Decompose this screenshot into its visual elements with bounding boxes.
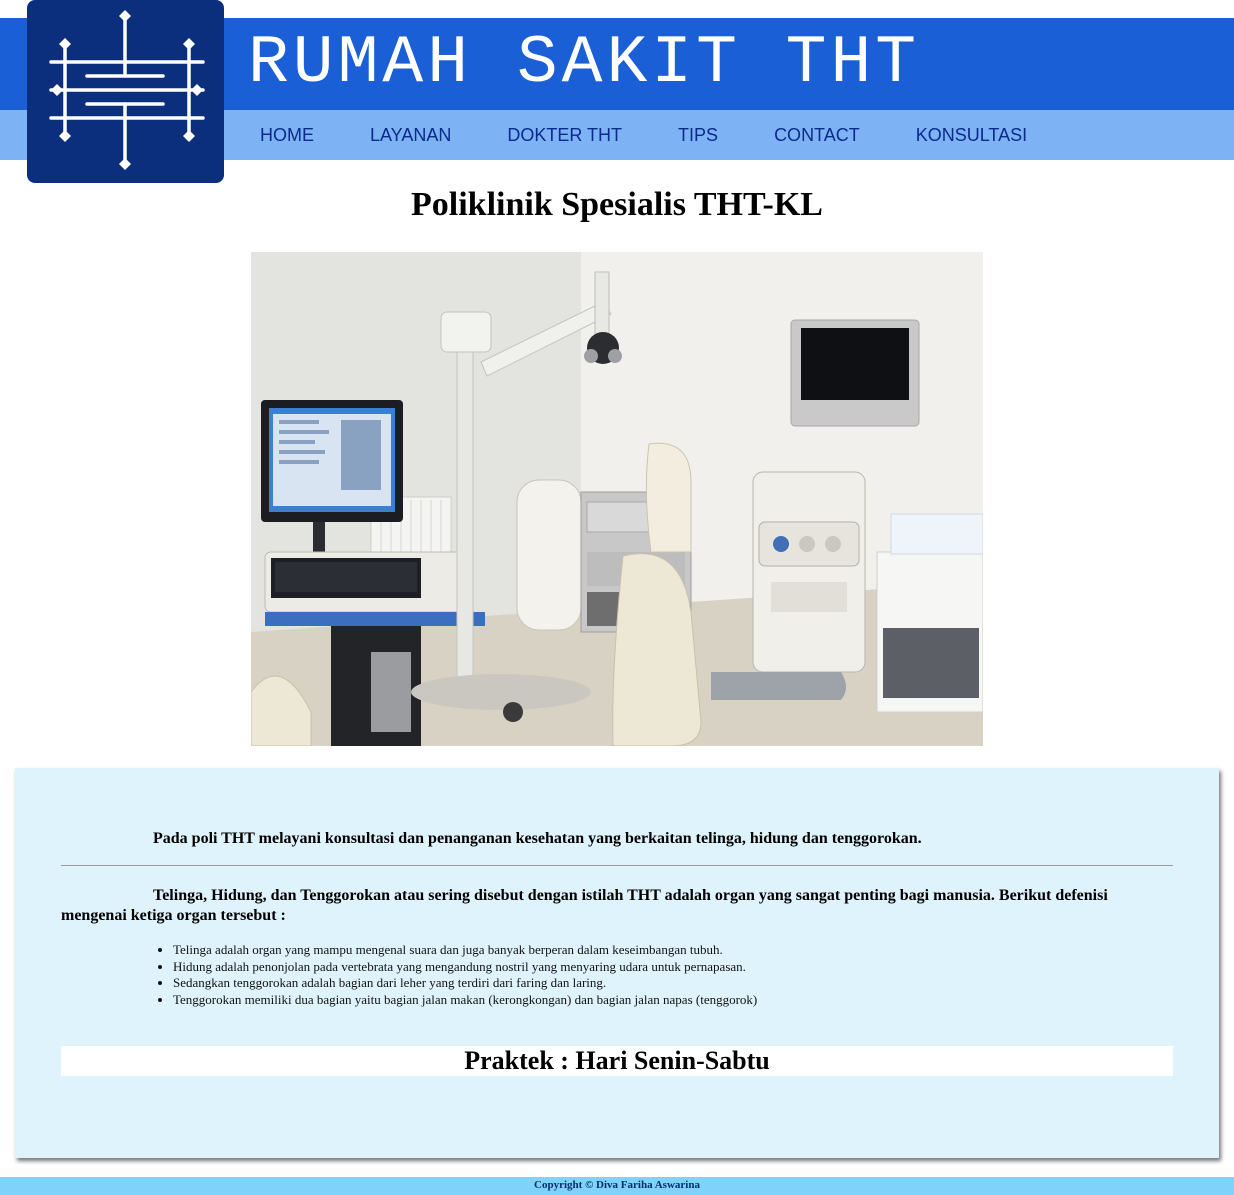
nav-item-tips: TIPS [650, 110, 746, 160]
nav-item-contact: CONTACT [746, 110, 888, 160]
clinic-room-photo [251, 252, 983, 746]
nav-link-home[interactable]: HOME [232, 110, 342, 160]
schedule-banner: Praktek : Hari Senin-Sabtu [61, 1046, 1173, 1076]
footer-copyright: Copyright © Diva Fariha Aswarina [0, 1177, 1234, 1195]
nav-item-dokter-tht: DOKTER THT [479, 110, 650, 160]
content-box: Pada poli THT melayani konsultasi dan pe… [15, 768, 1219, 1158]
list-item: Telinga adalah organ yang mampu mengenal… [173, 942, 1173, 959]
nav-link-tips[interactable]: TIPS [650, 110, 746, 160]
list-item: Sedangkan tenggorokan adalah bagian dari… [173, 975, 1173, 992]
nav-item-konsultasi: KONSULTASI [888, 110, 1055, 160]
definition-intro: Telinga, Hidung, dan Tenggorokan atau se… [61, 887, 1108, 924]
divider [61, 865, 1173, 866]
intro-text: Pada poli THT melayani konsultasi dan pe… [153, 830, 922, 847]
nav-link-konsultasi[interactable]: KONSULTASI [888, 110, 1055, 160]
site-title: RUMAH SAKIT THT [248, 25, 921, 102]
definition-list: Telinga adalah organ yang mampu mengenal… [131, 942, 1173, 1008]
nav-item-home: HOME [232, 110, 342, 160]
list-item: Hidung adalah penonjolan pada vertebrata… [173, 959, 1173, 976]
nav-item-layanan: LAYANAN [342, 110, 479, 160]
nav-link-dokter-tht[interactable]: DOKTER THT [479, 110, 650, 160]
nav-link-contact[interactable]: CONTACT [746, 110, 888, 160]
nav-link-layanan[interactable]: LAYANAN [342, 110, 479, 160]
ht-monogram-icon[interactable] [27, 0, 224, 183]
list-item: Tenggorokan memiliki dua bagian yaitu ba… [173, 992, 1173, 1009]
main-nav: HOME LAYANAN DOKTER THT TIPS CONTACT KON… [232, 110, 1055, 160]
page-title: Poliklinik Spesialis THT-KL [411, 186, 823, 223]
